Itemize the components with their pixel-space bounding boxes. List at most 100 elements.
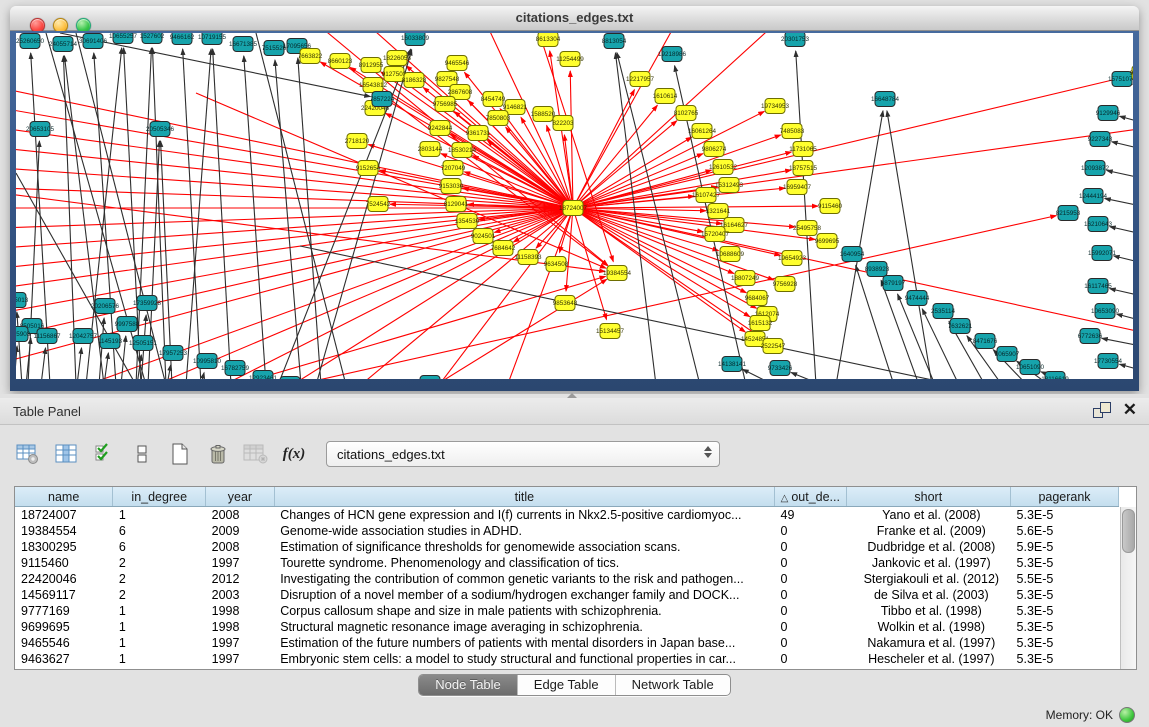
- cell-in_degree[interactable]: 2: [113, 555, 206, 571]
- cell-title[interactable]: Investigating the contribution of common…: [274, 571, 774, 587]
- float-panel-icon[interactable]: [1093, 402, 1111, 418]
- cell-title[interactable]: Embryonic stem cells: a model to study s…: [274, 651, 774, 667]
- network-node[interactable]: 16782759: [221, 361, 250, 376]
- cell-pagerank[interactable]: 5.9E-5: [1011, 539, 1119, 555]
- tab-network-table[interactable]: Network Table: [616, 675, 730, 695]
- network-node[interactable]: 15312493: [715, 178, 744, 193]
- cell-out_de[interactable]: 0: [775, 619, 847, 635]
- cell-in_degree[interactable]: 6: [113, 539, 206, 555]
- cell-short[interactable]: Jankovic et al. (1997): [846, 555, 1010, 571]
- cell-out_de[interactable]: 0: [775, 555, 847, 571]
- network-node[interactable]: 8186328: [402, 73, 427, 88]
- delete-column-button[interactable]: [204, 440, 232, 468]
- cell-year[interactable]: 1998: [206, 619, 275, 635]
- cell-title[interactable]: Disruption of a novel member of a sodium…: [274, 587, 774, 603]
- select-column-button[interactable]: [52, 440, 80, 468]
- memory-ok-indicator[interactable]: [1119, 707, 1135, 723]
- network-node[interactable]: 9699695: [815, 234, 840, 249]
- network-node[interactable]: 9756928: [773, 277, 798, 292]
- cell-pagerank[interactable]: 5.3E-5: [1011, 555, 1119, 571]
- network-node[interactable]: 16648784: [871, 92, 900, 107]
- cell-name[interactable]: 9699695: [15, 619, 113, 635]
- cell-year[interactable]: 1998: [206, 603, 275, 619]
- cell-pagerank[interactable]: 5.3E-5: [1011, 619, 1119, 635]
- cell-in_degree[interactable]: 6: [113, 523, 206, 539]
- cell-year[interactable]: 1997: [206, 635, 275, 651]
- network-node[interactable]: 18807249: [731, 271, 760, 286]
- cell-out_de[interactable]: 0: [775, 587, 847, 603]
- cell-title[interactable]: Estimation of significance thresholds fo…: [274, 539, 774, 555]
- cell-title[interactable]: Tourette syndrome. Phenomenology and cla…: [274, 555, 774, 571]
- network-node[interactable]: 20206576: [91, 299, 120, 314]
- network-node[interactable]: 7850803: [486, 111, 511, 126]
- network-node[interactable]: 8613304: [536, 33, 561, 47]
- cell-out_de[interactable]: 49: [775, 507, 847, 524]
- network-node[interactable]: 11158393: [514, 250, 542, 265]
- network-node[interactable]: 16107427: [692, 188, 721, 203]
- network-node[interactable]: 1145193: [98, 334, 123, 349]
- cell-in_degree[interactable]: 1: [113, 507, 206, 524]
- network-node[interactable]: 15134457: [596, 324, 625, 339]
- network-node[interactable]: 15720407: [701, 227, 730, 242]
- network-node[interactable]: 20531058: [416, 376, 445, 380]
- cell-name[interactable]: 22420046: [15, 571, 113, 587]
- network-node[interactable]: 1615132: [748, 316, 773, 331]
- table-row[interactable]: 946554611997Estimation of the future num…: [15, 635, 1119, 651]
- network-view[interactable]: 1872400786601238912955182260589127503818…: [16, 33, 1133, 379]
- network-node[interactable]: 19218986: [658, 47, 687, 62]
- network-node[interactable]: 9733426: [768, 361, 793, 376]
- network-node[interactable]: 8215953: [1056, 206, 1081, 221]
- cell-year[interactable]: 1997: [206, 555, 275, 571]
- toggle-rows-button[interactable]: [128, 440, 156, 468]
- network-node[interactable]: 9853648: [553, 296, 578, 311]
- network-node[interactable]: 19734953: [761, 99, 790, 114]
- cell-in_degree[interactable]: 1: [113, 635, 206, 651]
- network-node[interactable]: 16210643: [1084, 217, 1113, 232]
- network-node[interactable]: 1354530: [455, 214, 480, 229]
- column-header-in_degree[interactable]: in_degree: [113, 487, 206, 507]
- select-all-button[interactable]: [90, 440, 118, 468]
- network-node[interactable]: 8102765: [674, 106, 699, 121]
- cell-name[interactable]: 9463627: [15, 651, 113, 667]
- cell-in_degree[interactable]: 2: [113, 587, 206, 603]
- cell-short[interactable]: Dudbridge et al. (2008): [846, 539, 1010, 555]
- network-node[interactable]: 9245012: [278, 377, 303, 380]
- cell-short[interactable]: Yano et al. (2008): [846, 507, 1010, 524]
- network-node[interactable]: 822203: [552, 116, 574, 131]
- network-node[interactable]: 12042757: [69, 329, 98, 344]
- cell-in_degree[interactable]: 2: [113, 571, 206, 587]
- network-node[interactable]: 11156867: [33, 329, 61, 344]
- column-header-out_de[interactable]: △out_de...: [775, 487, 847, 507]
- network-node[interactable]: 7663822: [298, 49, 323, 64]
- table-row[interactable]: 977716911998Corpus callosum shape and si…: [15, 603, 1119, 619]
- network-node[interactable]: 25260650: [16, 34, 44, 49]
- network-node[interactable]: 16117465: [1084, 279, 1112, 294]
- network-node[interactable]: 8912955: [359, 58, 384, 73]
- table-header-row[interactable]: namein_degreeyeartitle△out_de...shortpag…: [15, 487, 1119, 507]
- cell-short[interactable]: Stergiakouli et al. (2012): [846, 571, 1010, 587]
- scrollbar-thumb[interactable]: [1122, 509, 1135, 553]
- network-node[interactable]: 9806274: [702, 142, 727, 157]
- cell-name[interactable]: 14569117: [15, 587, 113, 603]
- cell-title[interactable]: Estimation of the future numbers of pati…: [274, 635, 774, 651]
- network-node[interactable]: 12093872: [1081, 161, 1110, 176]
- network-node[interactable]: 1065907: [995, 347, 1020, 362]
- cell-out_de[interactable]: 0: [775, 603, 847, 619]
- network-node[interactable]: 9152654: [356, 161, 381, 176]
- network-node[interactable]: 8915013: [16, 293, 29, 308]
- network-node[interactable]: 11254499: [556, 52, 584, 67]
- network-node[interactable]: 16959407: [783, 180, 812, 195]
- network-node[interactable]: 10719155: [198, 33, 227, 45]
- tab-edge-table[interactable]: Edge Table: [518, 675, 616, 695]
- network-node[interactable]: 10651090: [1016, 360, 1045, 375]
- network-node[interactable]: 9227343: [1088, 132, 1113, 147]
- column-header-pagerank[interactable]: pagerank: [1011, 487, 1119, 507]
- cell-year[interactable]: 2003: [206, 587, 275, 603]
- modify-table-button[interactable]: [14, 440, 42, 468]
- network-node[interactable]: 18530214: [448, 143, 477, 158]
- network-node[interactable]: 11731065: [789, 142, 817, 157]
- network-node[interactable]: 9634508: [544, 257, 569, 272]
- network-node[interactable]: 20301753: [781, 33, 810, 47]
- cell-in_degree[interactable]: 1: [113, 603, 206, 619]
- network-node[interactable]: 17730554: [1094, 354, 1123, 369]
